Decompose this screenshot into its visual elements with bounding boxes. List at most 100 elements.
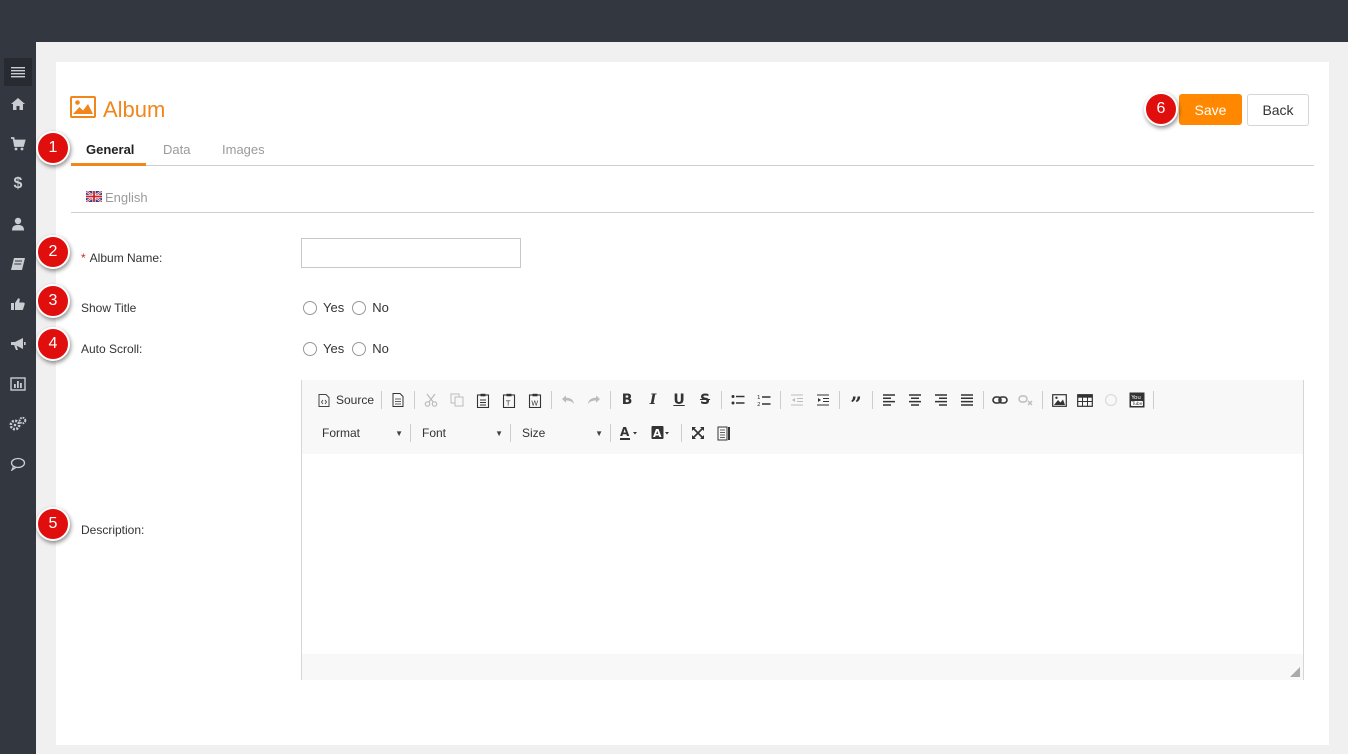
toolbar-separator xyxy=(610,391,612,409)
insert-image-icon[interactable] xyxy=(1046,389,1072,411)
auto-scroll-no-radio[interactable] xyxy=(352,341,367,356)
font-dropdown[interactable]: Font ▼ xyxy=(414,422,507,444)
maximize-icon[interactable] xyxy=(685,422,711,444)
album-name-label: * Album Name: xyxy=(81,251,162,265)
gears-icon[interactable] xyxy=(4,410,32,438)
font-label: Font xyxy=(422,426,447,440)
underline-icon[interactable]: U xyxy=(666,389,692,411)
toolbar-separator xyxy=(1042,391,1044,409)
editor-toolbar: Source T W B I U S 12 ” You Tube Format … xyxy=(302,380,1303,454)
new-page-icon[interactable] xyxy=(385,389,411,411)
paste-text-icon[interactable]: T xyxy=(496,389,522,411)
toolbar-separator xyxy=(872,391,874,409)
bar-chart-icon[interactable] xyxy=(4,370,32,398)
toolbar-separator xyxy=(983,391,985,409)
link-icon[interactable] xyxy=(987,389,1013,411)
cut-icon[interactable] xyxy=(418,389,444,411)
size-label: Size xyxy=(522,426,546,440)
justify-icon[interactable] xyxy=(954,389,980,411)
auto-scroll-radio-group: Yes No xyxy=(303,341,397,356)
page-title-text: Album xyxy=(103,96,166,122)
rich-text-editor: Source T W B I U S 12 ” You Tube Format … xyxy=(301,380,1304,680)
uk-flag-icon xyxy=(85,190,105,205)
strikethrough-icon[interactable]: S xyxy=(692,389,718,411)
svg-text:Tube: Tube xyxy=(1131,401,1143,407)
toolbar-separator xyxy=(551,391,553,409)
tab-bar: General Data Images xyxy=(71,134,1314,166)
thumbs-up-icon[interactable] xyxy=(4,290,32,318)
redo-icon[interactable] xyxy=(581,389,607,411)
format-dropdown[interactable]: Format ▼ xyxy=(314,422,407,444)
special-char-icon[interactable] xyxy=(1098,389,1124,411)
toolbar-separator xyxy=(510,424,511,442)
show-title-no-radio[interactable] xyxy=(352,300,367,315)
paste-icon[interactable] xyxy=(470,389,496,411)
book-icon[interactable] xyxy=(4,250,32,278)
toolbar-separator xyxy=(410,424,411,442)
resize-handle-icon[interactable] xyxy=(1290,667,1300,677)
menu-icon[interactable] xyxy=(4,58,32,86)
toolbar-separator xyxy=(721,391,723,409)
album-name-input[interactable] xyxy=(301,238,521,268)
svg-text:T: T xyxy=(505,399,511,407)
top-bar xyxy=(0,0,1348,42)
save-button[interactable]: Save xyxy=(1179,94,1242,125)
description-label: Description: xyxy=(81,523,145,537)
toolbar-separator xyxy=(1153,391,1155,409)
language-tabs: English xyxy=(71,174,1314,213)
background-color-icon[interactable]: A xyxy=(646,422,678,444)
home-icon[interactable] xyxy=(4,90,32,118)
page-title: Album xyxy=(70,96,165,123)
format-label: Format xyxy=(322,426,361,440)
toolbar-row-1: Source T W B I U S 12 ” You Tube xyxy=(314,388,1157,414)
tab-images[interactable]: Images xyxy=(222,142,265,166)
svg-text:2: 2 xyxy=(757,402,761,407)
source-button[interactable]: Source xyxy=(314,389,378,411)
toolbar-row-2: Format ▼ Font ▼ Size ▼ A A xyxy=(314,421,737,445)
chevron-down-icon: ▼ xyxy=(595,428,603,438)
outdent-icon[interactable] xyxy=(784,389,810,411)
callout-marker: 6 xyxy=(1144,92,1178,126)
size-dropdown[interactable]: Size ▼ xyxy=(514,422,607,444)
bold-icon[interactable]: B xyxy=(614,389,640,411)
editor-content-area[interactable] xyxy=(302,454,1303,654)
callout-marker: 1 xyxy=(36,131,70,165)
language-tab-english[interactable]: English xyxy=(85,190,148,205)
cart-icon[interactable] xyxy=(4,130,32,158)
paste-word-icon[interactable]: W xyxy=(522,389,548,411)
chevron-down-icon: ▼ xyxy=(495,428,503,438)
back-button[interactable]: Back xyxy=(1247,94,1309,126)
source-label: Source xyxy=(336,393,375,407)
image-icon xyxy=(70,96,96,123)
italic-icon[interactable]: I xyxy=(640,389,666,411)
dollar-icon[interactable]: $ xyxy=(4,170,32,198)
show-blocks-icon[interactable] xyxy=(711,422,737,444)
chat-icon[interactable] xyxy=(4,450,32,478)
align-right-icon[interactable] xyxy=(928,389,954,411)
text-color-icon[interactable]: A xyxy=(614,422,646,444)
unlink-icon[interactable] xyxy=(1013,389,1039,411)
undo-icon[interactable] xyxy=(555,389,581,411)
copy-icon[interactable] xyxy=(444,389,470,411)
user-icon[interactable] xyxy=(4,210,32,238)
youtube-icon[interactable]: You Tube xyxy=(1124,389,1150,411)
numbered-list-icon[interactable]: 12 xyxy=(751,389,777,411)
callout-marker: 2 xyxy=(36,235,70,269)
blockquote-icon[interactable]: ” xyxy=(843,389,869,414)
toolbar-separator xyxy=(381,391,383,409)
show-title-label: Show Title xyxy=(81,301,137,315)
sidebar: $ xyxy=(0,42,36,754)
align-center-icon[interactable] xyxy=(902,389,928,411)
show-title-yes-label: Yes xyxy=(323,300,345,315)
svg-text:1: 1 xyxy=(757,395,761,401)
auto-scroll-no-label: No xyxy=(372,341,389,356)
toolbar-separator xyxy=(780,391,782,409)
auto-scroll-yes-radio[interactable] xyxy=(303,341,317,356)
indent-icon[interactable] xyxy=(810,389,836,411)
tab-data[interactable]: Data xyxy=(163,142,190,166)
show-title-yes-radio[interactable] xyxy=(303,300,317,315)
megaphone-icon[interactable] xyxy=(4,330,32,358)
align-left-icon[interactable] xyxy=(876,389,902,411)
table-icon[interactable] xyxy=(1072,389,1098,411)
bulleted-list-icon[interactable] xyxy=(725,389,751,411)
